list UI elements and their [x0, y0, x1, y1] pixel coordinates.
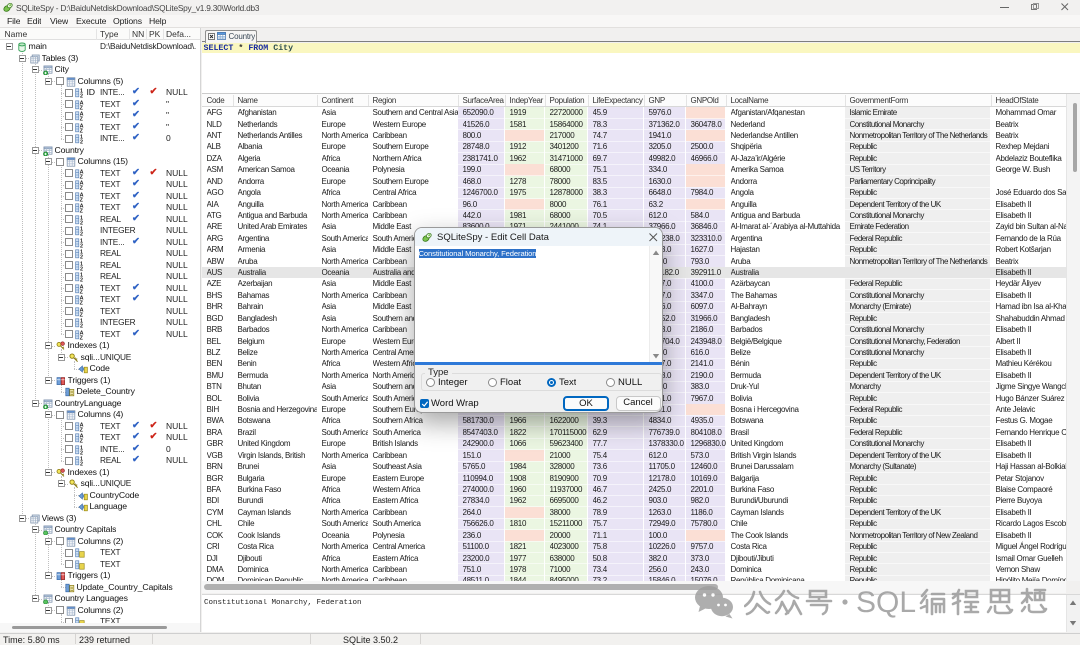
svg-text:2: 2	[80, 232, 83, 236]
svg-text:2: 2	[80, 278, 83, 282]
svg-text:2: 2	[80, 450, 83, 454]
svg-text:2: 2	[80, 243, 83, 247]
svg-text:2: 2	[80, 324, 83, 328]
svg-text:2: 2	[80, 255, 83, 259]
svg-text:2: 2	[80, 220, 83, 224]
svg-text:2: 2	[80, 140, 83, 144]
svg-text:2: 2	[80, 266, 83, 270]
svg-text:2: 2	[80, 462, 83, 466]
svg-text:2: 2	[80, 94, 83, 98]
svg-text:SQL: SQL	[856, 586, 916, 619]
